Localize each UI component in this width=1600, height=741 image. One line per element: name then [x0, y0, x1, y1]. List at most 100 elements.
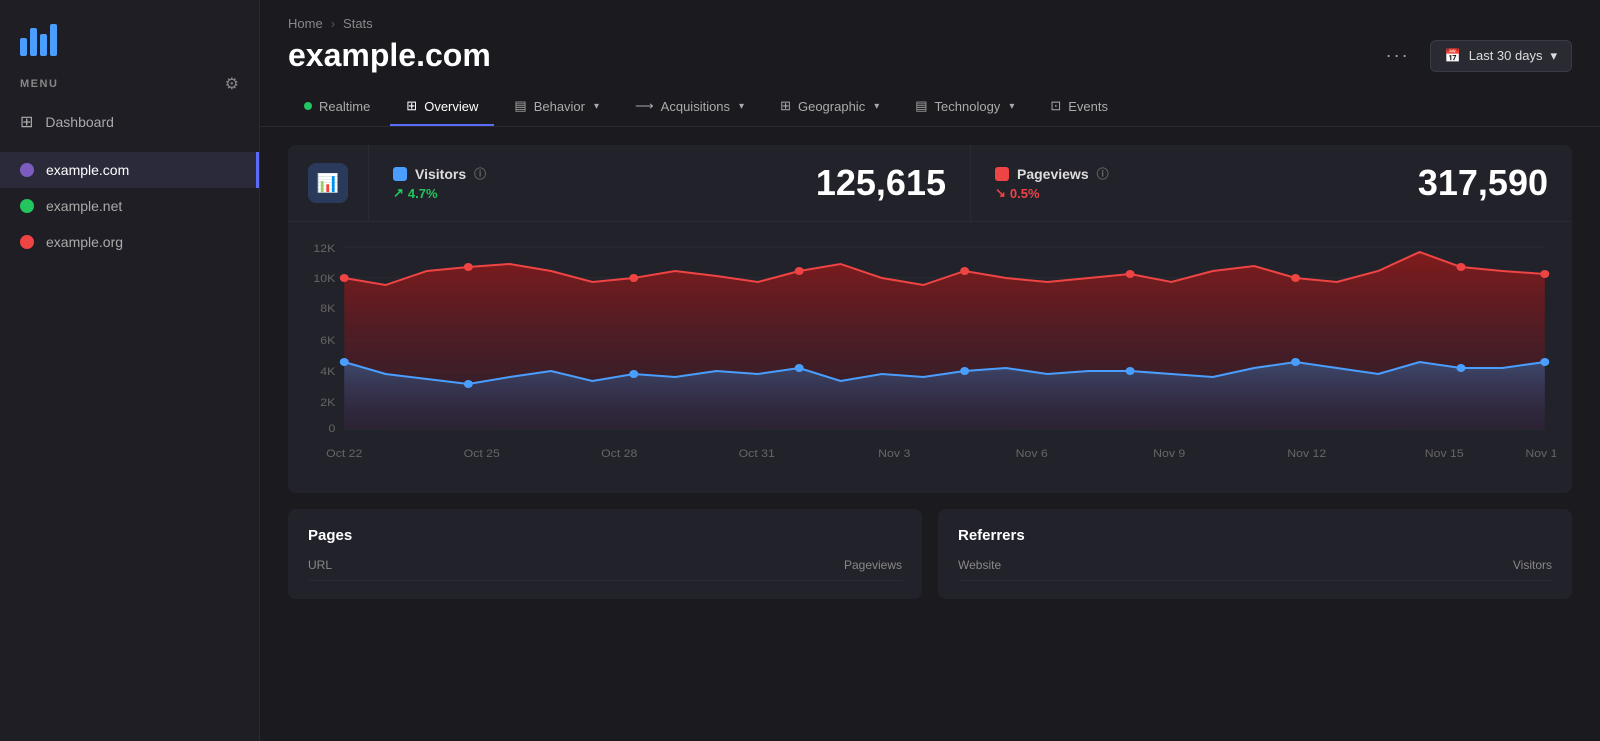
visitors-dot-5 [960, 367, 969, 375]
realtime-dot [304, 102, 312, 110]
date-range-button[interactable]: 📅 Last 30 days ▾ [1430, 40, 1572, 72]
chart-area: 12K 10K 8K 6K 4K 2K 0 [288, 222, 1572, 493]
tab-realtime-label: Realtime [319, 99, 370, 114]
visitors-info-icon: ⓘ [474, 165, 486, 182]
logo-icon [20, 20, 57, 56]
pageviews-label: Pageviews ⓘ [995, 165, 1109, 182]
breadcrumb-current: Stats [343, 16, 373, 31]
sidebar-item-dashboard[interactable]: ⊞ Dashboard [0, 102, 259, 142]
sidebar-site-example-org[interactable]: example.org [0, 224, 259, 260]
tab-behavior[interactable]: ▤ Behavior ▾ [498, 88, 615, 126]
pageviews-dot-5 [960, 267, 969, 275]
sidebar-sites: example.com example.net example.org [0, 152, 259, 260]
svg-text:Nov 6: Nov 6 [1016, 448, 1048, 460]
svg-text:Oct 25: Oct 25 [464, 448, 500, 460]
menu-header: MENU ⚙ [0, 66, 259, 102]
tab-acquisitions-label: Acquisitions [661, 99, 730, 114]
svg-text:8K: 8K [320, 303, 335, 315]
pages-col-pageviews: Pageviews [844, 558, 902, 572]
pageviews-dot-4 [795, 267, 804, 275]
sidebar-site-example-net[interactable]: example.net [0, 188, 259, 224]
nav-tabs: Realtime ⊞ Overview ▤ Behavior ▾ ⟶ Acqui… [260, 88, 1600, 127]
tab-technology[interactable]: ▤ Technology ▾ [899, 88, 1030, 126]
arrow-down-icon: ↘ [995, 185, 1006, 201]
content-area: 📊 Visitors ⓘ ↗ 4.7% [260, 127, 1600, 741]
technology-icon: ▤ [915, 98, 927, 114]
tab-realtime[interactable]: Realtime [288, 89, 386, 126]
svg-text:10K: 10K [313, 273, 335, 285]
tab-geographic[interactable]: ⊞ Geographic ▾ [764, 88, 895, 126]
tab-technology-label: Technology [935, 99, 1001, 114]
visitors-dot-4 [795, 364, 804, 372]
pageviews-change: ↘ 0.5% [995, 185, 1109, 201]
main-chart: 12K 10K 8K 6K 4K 2K 0 [304, 232, 1556, 472]
pages-card: Pages URL Pageviews [288, 509, 922, 599]
breadcrumb-home[interactable]: Home [288, 16, 323, 31]
pages-table-header: URL Pageviews [308, 558, 902, 581]
svg-text:Nov 18: Nov 18 [1525, 448, 1556, 460]
visitors-label: Visitors ⓘ [393, 165, 486, 182]
logo-bar-2 [30, 28, 37, 56]
pageviews-dot-6 [1126, 270, 1135, 278]
more-button[interactable]: ··· [1378, 41, 1418, 70]
visitors-metric: Visitors ⓘ ↗ 4.7% 125,615 [369, 145, 971, 221]
referrers-card: Referrers Website Visitors [938, 509, 1572, 599]
bottom-cards: Pages URL Pageviews Referrers Website Vi… [288, 509, 1572, 599]
pageviews-info-icon: ⓘ [1097, 165, 1109, 182]
stats-card: 📊 Visitors ⓘ ↗ 4.7% [288, 145, 1572, 493]
pageviews-color [995, 167, 1009, 181]
page-title: example.com [288, 37, 491, 74]
breadcrumb: Home › Stats [288, 16, 1572, 31]
pageviews-dot-3 [629, 274, 638, 282]
visitors-change: ↗ 4.7% [393, 185, 486, 201]
settings-icon[interactable]: ⚙ [225, 74, 239, 94]
acquisitions-icon: ⟶ [635, 98, 654, 114]
overview-icon: ⊞ [406, 98, 417, 114]
pageviews-value: 317,590 [1418, 162, 1548, 204]
arrow-up-icon: ↗ [393, 185, 404, 201]
site-dot-example-org [20, 235, 34, 249]
pageviews-dot-8 [1457, 263, 1466, 271]
stats-header: 📊 Visitors ⓘ ↗ 4.7% [288, 145, 1572, 222]
svg-text:12K: 12K [313, 243, 335, 255]
tab-events[interactable]: ⊡ Events [1034, 88, 1124, 126]
visitors-dot-2 [464, 380, 473, 388]
svg-text:2K: 2K [320, 397, 335, 409]
geographic-icon: ⊞ [780, 98, 791, 114]
breadcrumb-separator: › [331, 16, 335, 31]
logo-bar-1 [20, 38, 27, 56]
referrers-col-website: Website [958, 558, 1001, 572]
bar-chart-icon: 📊 [317, 173, 339, 194]
referrers-col-visitors: Visitors [1513, 558, 1552, 572]
visitors-value: 125,615 [816, 162, 946, 204]
site-name-example-net: example.net [46, 198, 122, 214]
visitors-label-area: Visitors ⓘ ↗ 4.7% [393, 165, 486, 201]
main-content: Home › Stats example.com ··· 📅 Last 30 d… [260, 0, 1600, 741]
geographic-chevron: ▾ [874, 101, 879, 112]
pageviews-dot-7 [1291, 274, 1300, 282]
visitors-dot-9 [1540, 358, 1549, 366]
tab-acquisitions[interactable]: ⟶ Acquisitions ▾ [619, 88, 760, 126]
logo-bar-4 [50, 24, 57, 56]
sidebar-site-example-com[interactable]: example.com [0, 152, 259, 188]
svg-text:4K: 4K [320, 366, 335, 378]
svg-text:0: 0 [328, 423, 335, 435]
logo-bar-3 [40, 34, 47, 56]
svg-text:Oct 28: Oct 28 [601, 448, 637, 460]
dashboard-icon: ⊞ [20, 112, 33, 132]
date-range-label: Last 30 days [1469, 48, 1543, 63]
tab-events-label: Events [1068, 99, 1108, 114]
visitors-dot-1 [340, 358, 349, 366]
header-actions: ··· 📅 Last 30 days ▾ [1378, 40, 1572, 72]
calendar-icon: 📅 [1445, 48, 1461, 64]
sidebar: MENU ⚙ ⊞ Dashboard example.com example.n… [0, 0, 260, 741]
site-dot-example-com [20, 163, 34, 177]
site-name-example-com: example.com [46, 162, 129, 178]
svg-text:Oct 22: Oct 22 [326, 448, 362, 460]
svg-text:Oct 31: Oct 31 [739, 448, 775, 460]
svg-text:Nov 15: Nov 15 [1425, 448, 1464, 460]
tab-overview[interactable]: ⊞ Overview [390, 88, 494, 126]
tab-geographic-label: Geographic [798, 99, 865, 114]
menu-label: MENU [20, 78, 58, 90]
pageviews-dot-2 [464, 263, 473, 271]
